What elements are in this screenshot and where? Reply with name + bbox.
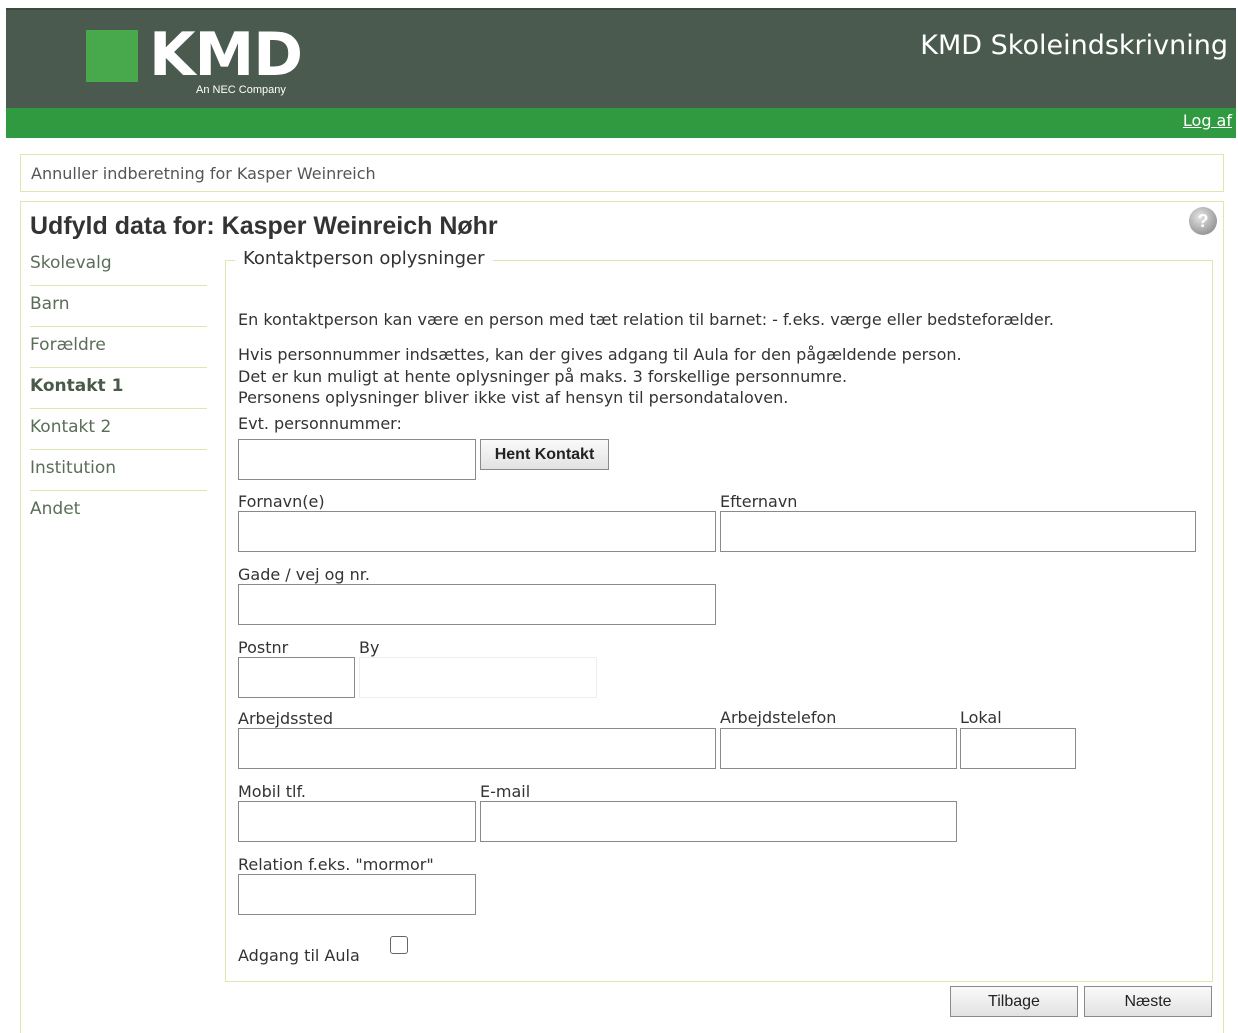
nav-item-institution[interactable]: Institution <box>30 450 207 491</box>
nav-item-label: Skolevalg <box>30 253 112 273</box>
aula-access-label: Adgang til Aula <box>238 946 360 965</box>
logo-text: KMD <box>149 20 303 90</box>
email-label: E-mail <box>480 782 531 801</box>
mobile-label: Mobil tlf. <box>238 782 306 801</box>
app-title: KMD Skoleindskrivning <box>920 30 1228 61</box>
mobile-input[interactable] <box>238 801 476 842</box>
fieldset-legend: Kontaktperson oplysninger <box>235 248 493 269</box>
lastname-label: Efternavn <box>720 492 798 511</box>
workphone-input[interactable] <box>720 728 957 769</box>
nav-item-label: Kontakt 2 <box>30 417 112 437</box>
next-button[interactable]: Næste <box>1084 986 1212 1017</box>
street-label: Gade / vej og nr. <box>238 565 370 584</box>
firstname-label: Fornavn(e) <box>238 492 325 511</box>
local-input[interactable] <box>960 728 1076 769</box>
workplace-label: Arbejdssted <box>238 709 334 728</box>
email-input[interactable] <box>480 801 957 842</box>
cpr-label: Evt. personnummer: <box>238 414 402 433</box>
back-button[interactable]: Tilbage <box>950 986 1078 1017</box>
nav-item-andet[interactable]: Andet <box>30 491 207 532</box>
info-line: Det er kun muligt at hente oplysninger p… <box>238 367 848 386</box>
nav-item-foraeldre[interactable]: Forældre <box>30 327 207 368</box>
cpr-input[interactable] <box>238 439 476 480</box>
zip-input[interactable] <box>238 657 355 698</box>
cancel-panel: Annuller indberetning for Kasper Weinrei… <box>20 154 1224 192</box>
logo-square <box>86 30 138 82</box>
header-nav-bar: Log af <box>6 108 1236 138</box>
city-label: By <box>359 638 380 657</box>
zip-label: Postnr <box>238 638 289 657</box>
local-label: Lokal <box>960 708 1002 727</box>
firstname-input[interactable] <box>238 511 716 552</box>
workphone-label: Arbejdstelefon <box>720 708 837 727</box>
nav-item-label: Forældre <box>30 335 106 355</box>
info-line: Hvis personnummer indsættes, kan der giv… <box>238 345 962 364</box>
relation-input[interactable] <box>238 874 476 915</box>
nav-item-barn[interactable]: Barn <box>30 286 207 327</box>
info-line: Personens oplysninger bliver ikke vist a… <box>238 388 789 407</box>
city-input[interactable] <box>359 657 597 698</box>
nav-item-label: Barn <box>30 294 70 314</box>
lastname-input[interactable] <box>720 511 1196 552</box>
aula-access-checkbox[interactable] <box>390 936 408 954</box>
logo-subtitle: An NEC Company <box>196 84 286 96</box>
page-title: Udfyld data for: Kasper Weinreich Nøhr <box>30 212 498 240</box>
nav-item-kontakt-1[interactable]: Kontakt 1 <box>30 368 207 409</box>
workplace-input[interactable] <box>238 728 716 769</box>
intro-text: En kontaktperson kan være en person med … <box>238 310 1054 329</box>
nav-item-label: Kontakt 1 <box>30 376 124 396</box>
street-input[interactable] <box>238 584 716 625</box>
nav-item-kontakt-2[interactable]: Kontakt 2 <box>30 409 207 450</box>
nav-item-skolevalg[interactable]: Skolevalg <box>30 245 207 286</box>
fetch-contact-button[interactable]: Hent Kontakt <box>480 439 609 470</box>
logout-link[interactable]: Log af <box>1183 111 1232 130</box>
relation-label: Relation f.eks. "mormor" <box>238 855 434 874</box>
nav-item-label: Institution <box>30 458 117 478</box>
cancel-registration-link[interactable]: Annuller indberetning for Kasper Weinrei… <box>31 164 376 183</box>
app-header: KMD An NEC Company KMD Skoleindskrivning <box>6 10 1236 108</box>
nav-item-label: Andet <box>30 499 81 519</box>
help-icon[interactable]: ? <box>1189 207 1217 235</box>
